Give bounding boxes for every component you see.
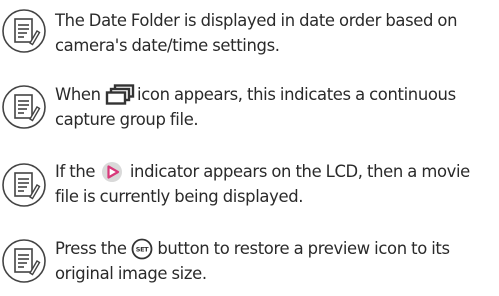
note-text-after: button to restore a preview icon to its — [152, 239, 450, 258]
note-line: capture group file. — [55, 110, 199, 129]
note-4: Press the SET button to restore a previe… — [0, 236, 499, 296]
note-2: When icon appears, this indicates a cont… — [0, 82, 499, 142]
note-text-before: Press the — [55, 239, 131, 258]
note-icon — [1, 238, 47, 284]
note-icon — [1, 8, 47, 54]
note-icon — [1, 162, 47, 208]
note-line: file is currently being displayed. — [55, 187, 304, 206]
note-text-after: icon appears, this indicates a continuou… — [137, 85, 456, 104]
note-3: If the indicator appears on the LCD, the… — [0, 159, 499, 219]
note-text-after: indicator appears on the LCD, then a mov… — [125, 162, 470, 181]
note-text: Press the SET button to restore a previe… — [55, 236, 495, 286]
note-line: original image size. — [55, 264, 207, 283]
note-text: The Date Folder is displayed in date ord… — [55, 8, 495, 58]
set-button-icon: SET — [131, 238, 153, 260]
note-line: Press the SET button to restore a previe… — [55, 236, 495, 261]
note-text: If the indicator appears on the LCD, the… — [55, 159, 495, 209]
note-line: The Date Folder is displayed in date ord… — [55, 11, 458, 30]
note-text: When icon appears, this indicates a cont… — [55, 82, 495, 132]
note-line: If the indicator appears on the LCD, the… — [55, 159, 495, 184]
movie-play-indicator-icon — [99, 161, 125, 183]
note-text-before: If the — [55, 162, 100, 181]
note-1: The Date Folder is displayed in date ord… — [0, 4, 499, 64]
continuous-capture-group-icon — [105, 83, 135, 106]
set-button-label: SET — [136, 245, 149, 253]
note-line: camera's date/time settings. — [55, 36, 280, 55]
note-line: When icon appears, this indicates a cont… — [55, 82, 495, 107]
note-icon — [1, 84, 47, 130]
note-text-before: When — [55, 85, 106, 104]
